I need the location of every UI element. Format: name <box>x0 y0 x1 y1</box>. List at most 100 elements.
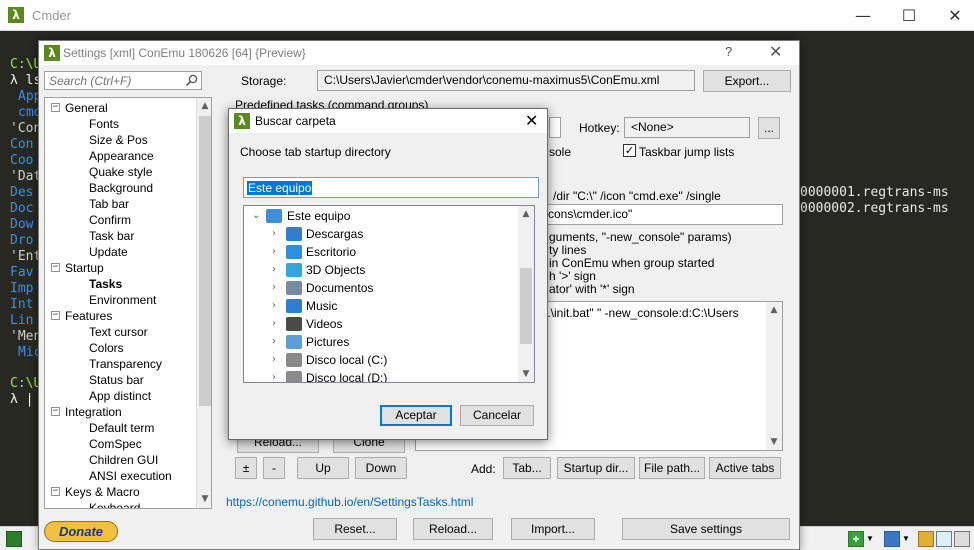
tree-item-startup[interactable]: Startup <box>65 260 104 276</box>
move-down-button[interactable]: Down <box>355 457 407 479</box>
tree-expander-icon[interactable]: − <box>51 407 60 416</box>
tree-item-background[interactable]: Background <box>89 180 153 196</box>
add-task-button[interactable]: ± <box>235 457 257 479</box>
folder-item[interactable]: Pictures <box>306 333 349 351</box>
tree-item-fonts[interactable]: Fonts <box>89 116 119 132</box>
reload-button[interactable]: Reload... <box>413 518 493 540</box>
import-button[interactable]: Import... <box>511 518 595 540</box>
minimize-button[interactable]: — <box>840 0 886 31</box>
expand-chevron-icon[interactable]: › <box>272 372 276 382</box>
folder-item[interactable]: Este equipo <box>287 207 350 225</box>
layout-dropdown-icon[interactable]: ▼ <box>902 531 912 547</box>
expand-chevron-icon[interactable]: › <box>272 300 276 311</box>
folder-item[interactable]: Descargas <box>306 225 363 243</box>
folder-tree-scrollbar[interactable]: ▲ ▼ <box>518 206 534 382</box>
folder-item[interactable]: Disco local (C:) <box>306 351 387 369</box>
search-box[interactable] <box>44 71 202 90</box>
tree-item-environment[interactable]: Environment <box>89 292 156 308</box>
tree-item-update[interactable]: Update <box>89 244 128 260</box>
tree-item-tab-bar[interactable]: Tab bar <box>89 196 129 212</box>
folder-name-input[interactable]: Este equipo <box>243 177 539 198</box>
help-link[interactable]: https://conemu.github.io/en/SettingsTask… <box>226 495 473 509</box>
folder-item[interactable]: Disco local (D:) <box>306 369 387 382</box>
tree-scrollbar[interactable]: ▲ ▼ <box>196 98 211 508</box>
hotkey-browse-button[interactable]: ... <box>758 117 780 139</box>
expand-chevron-icon[interactable]: › <box>272 336 276 347</box>
tree-item-colors[interactable]: Colors <box>89 340 124 356</box>
new-console-icon[interactable]: + <box>848 531 864 547</box>
dialog-titlebar[interactable]: λ Buscar carpeta ✕ <box>229 109 547 133</box>
tree-scroll-thumb[interactable] <box>199 116 211 406</box>
expand-chevron-icon[interactable]: › <box>272 354 276 365</box>
layout-icon[interactable] <box>884 531 900 547</box>
grid-menu-icon[interactable] <box>954 531 970 547</box>
active-tabs-button[interactable]: Active tabs <box>709 457 781 479</box>
tree-item-transparency[interactable]: Transparency <box>89 356 162 372</box>
folder-item[interactable]: 3D Objects <box>306 261 365 279</box>
expand-chevron-icon[interactable]: › <box>272 228 276 239</box>
new-console-dropdown-icon[interactable]: ▼ <box>866 531 876 547</box>
startup-dir-button[interactable]: Startup dir... <box>557 457 635 479</box>
tree-item-quake-style[interactable]: Quake style <box>89 164 152 180</box>
tree-item-text-cursor[interactable]: Text cursor <box>89 324 148 340</box>
add-tab-button[interactable]: Tab... <box>503 457 551 479</box>
close-button[interactable]: ✕ <box>932 0 974 31</box>
taskbar-jump-checkbox[interactable]: ✓ <box>623 144 636 157</box>
reset-button[interactable]: Reset... <box>313 518 397 540</box>
tree-item-keys-macro[interactable]: Keys & Macro <box>65 484 140 500</box>
task-icon-field[interactable]: \icons\cmder.ico" <box>535 204 783 225</box>
folder-item[interactable]: Documentos <box>306 279 373 297</box>
scroll-up-icon[interactable]: ▲ <box>200 101 210 111</box>
tree-item-children-gui[interactable]: Children GUI <box>89 452 158 468</box>
collapse-chevron-icon[interactable]: ⌄ <box>252 210 260 221</box>
cmder-titlebar[interactable]: λ Cmder — ☐ ✕ <box>0 0 974 31</box>
lock-icon[interactable] <box>918 531 934 547</box>
folder-item[interactable]: Videos <box>306 315 342 333</box>
folder-item[interactable]: Music <box>306 297 337 315</box>
expand-chevron-icon[interactable]: › <box>272 318 276 329</box>
accept-button[interactable]: Aceptar <box>380 405 452 426</box>
move-up-button[interactable]: Up <box>297 457 349 479</box>
tree-item-keyboard[interactable]: Keyboard <box>89 500 140 508</box>
tree-item-comspec[interactable]: ComSpec <box>89 436 142 452</box>
tree-expander-icon[interactable]: − <box>51 311 60 320</box>
dialog-close-button[interactable]: ✕ <box>525 111 538 130</box>
scroll-down-icon[interactable]: ▼ <box>200 494 210 504</box>
tree-item-features[interactable]: Features <box>65 308 112 324</box>
settings-close-button[interactable]: ✕ <box>769 42 782 61</box>
tree-item-size-pos[interactable]: Size & Pos <box>89 132 148 148</box>
search-input[interactable] <box>49 74 179 88</box>
expand-chevron-icon[interactable]: › <box>272 264 276 275</box>
export-button[interactable]: Export... <box>703 70 791 92</box>
folder-scroll-down-icon[interactable]: ▼ <box>521 369 531 379</box>
settings-titlebar[interactable]: λ Settings [xml] ConEmu 180626 [64] {Pre… <box>39 41 799 65</box>
tree-expander-icon[interactable]: − <box>51 103 60 112</box>
tree-item-appearance[interactable]: Appearance <box>89 148 154 164</box>
tree-item-ansi-execution[interactable]: ANSI execution <box>89 468 172 484</box>
folder-item[interactable]: Escritorio <box>306 243 356 261</box>
tree-expander-icon[interactable]: − <box>51 263 60 272</box>
task-name-field[interactable] <box>549 117 561 138</box>
textarea-scroll-down-icon[interactable]: ▼ <box>769 437 779 447</box>
tree-item-status-bar[interactable]: Status bar <box>89 372 144 388</box>
donate-button[interactable]: Donate <box>44 521 118 542</box>
textarea-scroll-up-icon[interactable]: ▲ <box>769 305 779 315</box>
tree-item-tasks[interactable]: Tasks <box>89 276 122 292</box>
tree-item-app-distinct[interactable]: App distinct <box>89 388 151 404</box>
tree-expander-icon[interactable]: − <box>51 487 60 496</box>
tree-item-confirm[interactable]: Confirm <box>89 212 131 228</box>
save-settings-button[interactable]: Save settings <box>622 518 790 540</box>
tree-item-task-bar[interactable]: Task bar <box>89 228 134 244</box>
split-view-icon[interactable] <box>936 531 952 547</box>
file-path-button[interactable]: File path... <box>639 457 705 479</box>
help-button[interactable]: ? <box>725 44 732 59</box>
folder-scroll-thumb[interactable] <box>520 268 532 344</box>
cancel-button[interactable]: Cancelar <box>460 405 534 426</box>
folder-scroll-up-icon[interactable]: ▲ <box>521 209 531 219</box>
tree-item-integration[interactable]: Integration <box>65 404 122 420</box>
remove-task-button[interactable]: - <box>263 457 285 479</box>
console-status-icon[interactable] <box>6 531 22 547</box>
task-commands-scrollbar[interactable]: ▲ ▼ <box>766 302 782 450</box>
expand-chevron-icon[interactable]: › <box>272 282 276 293</box>
hotkey-field[interactable]: <None> <box>624 117 750 138</box>
